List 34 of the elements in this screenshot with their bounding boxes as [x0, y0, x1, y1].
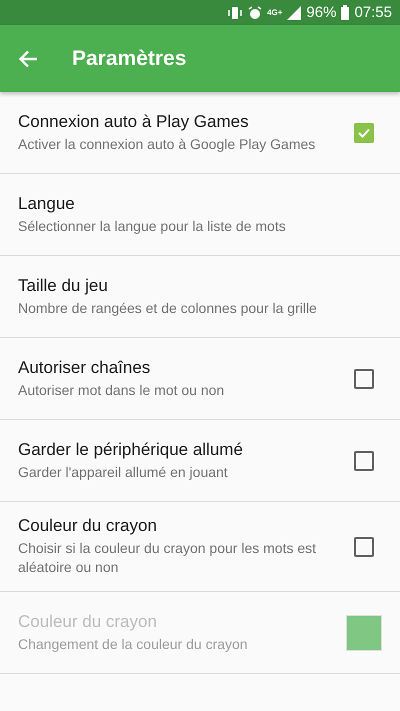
clock: 07:55: [354, 4, 392, 21]
checkmark-icon: [358, 128, 370, 138]
checkbox[interactable]: [354, 536, 374, 556]
setting-title: Taille du jeu: [18, 276, 109, 296]
setting-title: Autoriser chaînes: [18, 358, 152, 378]
back-arrow-icon: [18, 50, 38, 68]
alarm-icon: [248, 6, 262, 20]
settings-item[interactable]: Garder le périphérique allumé Garder l'appareil allumé en jouant: [0, 420, 400, 502]
battery-percent: 96%: [306, 4, 336, 21]
setting-summary: Changement de la couleur du crayon: [18, 634, 249, 654]
setting-title: Couleur du crayon: [18, 612, 158, 632]
setting-summary: Nombre de rangées et de colonnes pour la grille: [18, 298, 318, 318]
battery-icon: [341, 5, 350, 20]
checkbox[interactable]: [354, 450, 374, 470]
setting-summary: Garder l'appareil allumé en jouant: [18, 462, 229, 482]
signal-icon: [287, 6, 302, 20]
setting-title: Couleur du crayon: [18, 516, 158, 536]
checkbox[interactable]: [354, 368, 374, 388]
settings-item[interactable]: Connexion auto à Play Games Activer la connexion auto à Google Play Games: [0, 92, 400, 174]
settings-item[interactable]: Langue Sélectionner la langue pour la liste de mots: [0, 174, 400, 256]
network-type: 4G+: [267, 8, 282, 17]
setting-summary: Choisir si la couleur du crayon pour les mots est aléatoire ou non: [18, 539, 318, 577]
settings-item[interactable]: Couleur du crayon Choisir si la couleur du crayon pour les mots est aléatoire ou non: [0, 502, 400, 592]
setting-title: Garder le périphérique allumé: [18, 440, 244, 460]
setting-title: Connexion auto à Play Games: [18, 112, 250, 132]
setting-title: Langue: [18, 194, 76, 214]
vibrate-icon: [227, 6, 244, 20]
screen-title: Paramètres: [72, 46, 186, 70]
settings-item[interactable]: Autoriser chaînes Autoriser mot dans le mot ou non: [0, 338, 400, 420]
checkbox[interactable]: [354, 122, 374, 142]
setting-summary: Sélectionner la langue pour la liste de mots: [18, 216, 287, 236]
setting-summary: Autoriser mot dans le mot ou non: [18, 380, 226, 400]
setting-summary: Activer la connexion auto à Google Play Games: [18, 134, 316, 154]
settings-item[interactable]: Taille du jeu Nombre de rangées et de colonnes pour la grille: [0, 256, 400, 338]
